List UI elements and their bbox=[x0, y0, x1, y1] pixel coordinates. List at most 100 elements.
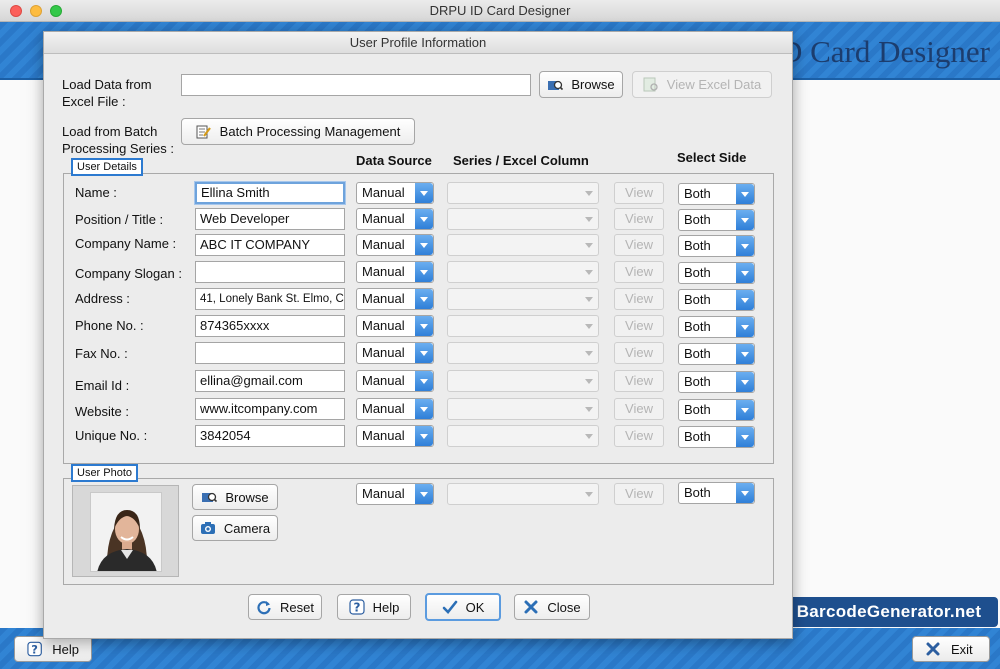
photo-data-source-value: Manual bbox=[362, 486, 405, 501]
series-column-select[interactable] bbox=[447, 342, 599, 364]
view-button[interactable]: View bbox=[614, 288, 664, 310]
minimize-window-button[interactable] bbox=[30, 5, 42, 17]
chevron-down-icon bbox=[415, 484, 433, 504]
photo-series-column-select[interactable] bbox=[447, 483, 599, 505]
batch-processing-button[interactable]: Batch Processing Management bbox=[181, 118, 415, 145]
view-button[interactable]: View bbox=[614, 342, 664, 364]
field-value-input[interactable] bbox=[195, 342, 345, 364]
excel-view-icon bbox=[643, 77, 658, 91]
series-column-select[interactable] bbox=[447, 315, 599, 337]
load-excel-label: Load Data from Excel File : bbox=[62, 77, 152, 109]
view-button[interactable]: View bbox=[614, 261, 664, 283]
data-source-select[interactable]: Manual bbox=[356, 234, 434, 256]
data-source-select[interactable]: Manual bbox=[356, 288, 434, 310]
camera-button[interactable]: Camera bbox=[192, 515, 278, 541]
series-column-select[interactable] bbox=[447, 234, 599, 256]
dialog-help-button[interactable]: ? Help bbox=[337, 594, 411, 620]
select-side-value: Both bbox=[684, 186, 711, 201]
select-side-select[interactable]: Both bbox=[678, 209, 755, 231]
field-label: Website : bbox=[75, 404, 129, 419]
field-value-input[interactable]: 41, Lonely Bank St. Elmo, Col bbox=[195, 288, 345, 310]
chevron-down-icon bbox=[415, 343, 433, 363]
chevron-down-icon bbox=[580, 399, 598, 419]
select-side-select[interactable]: Both bbox=[678, 343, 755, 365]
view-button[interactable]: View bbox=[614, 398, 664, 420]
series-column-select[interactable] bbox=[447, 261, 599, 283]
chevron-down-icon bbox=[580, 209, 598, 229]
photo-data-source-select[interactable]: Manual bbox=[356, 483, 434, 505]
data-source-select[interactable]: Manual bbox=[356, 370, 434, 392]
chevron-down-icon bbox=[736, 372, 754, 392]
data-source-select[interactable]: Manual bbox=[356, 425, 434, 447]
view-button[interactable]: View bbox=[614, 425, 664, 447]
photo-side-select[interactable]: Both bbox=[678, 482, 755, 504]
chevron-down-icon bbox=[580, 235, 598, 255]
batch-edit-icon bbox=[196, 125, 211, 138]
series-column-select[interactable] bbox=[447, 398, 599, 420]
field-value-input[interactable]: 3842054 bbox=[195, 425, 345, 447]
data-source-select[interactable]: Manual bbox=[356, 261, 434, 283]
photo-view-button[interactable]: View bbox=[614, 483, 664, 505]
field-value-input[interactable]: www.itcompany.com bbox=[195, 398, 345, 420]
chevron-down-icon bbox=[736, 483, 754, 503]
view-button[interactable]: View bbox=[614, 182, 664, 204]
series-column-select[interactable] bbox=[447, 425, 599, 447]
chevron-down-icon bbox=[736, 290, 754, 310]
view-button[interactable]: View bbox=[614, 315, 664, 337]
field-label: Fax No. : bbox=[75, 346, 128, 361]
select-side-select[interactable]: Both bbox=[678, 426, 755, 448]
data-source-select[interactable]: Manual bbox=[356, 208, 434, 230]
select-side-select[interactable]: Both bbox=[678, 289, 755, 311]
excel-browse-button[interactable]: Browse bbox=[539, 71, 623, 98]
ok-button[interactable]: OK bbox=[425, 593, 501, 621]
select-side-select[interactable]: Both bbox=[678, 371, 755, 393]
main-help-label: Help bbox=[52, 641, 79, 657]
close-window-button[interactable] bbox=[10, 5, 22, 17]
exit-button[interactable]: Exit bbox=[912, 636, 990, 662]
select-side-value: Both bbox=[684, 374, 711, 389]
chevron-down-icon bbox=[736, 317, 754, 337]
series-column-select[interactable] bbox=[447, 182, 599, 204]
field-value-input[interactable]: 874365xxxx bbox=[195, 315, 345, 337]
data-source-value: Manual bbox=[362, 318, 405, 333]
main-help-button[interactable]: ? Help bbox=[14, 636, 92, 662]
series-column-select[interactable] bbox=[447, 208, 599, 230]
data-source-value: Manual bbox=[362, 185, 405, 200]
data-source-select[interactable]: Manual bbox=[356, 342, 434, 364]
field-value-input[interactable]: ABC IT COMPANY bbox=[195, 234, 345, 256]
select-side-select[interactable]: Both bbox=[678, 262, 755, 284]
user-details-label: User Details bbox=[71, 158, 143, 176]
select-side-select[interactable]: Both bbox=[678, 235, 755, 257]
chevron-down-icon bbox=[415, 399, 433, 419]
reset-button[interactable]: Reset bbox=[248, 594, 322, 620]
chevron-down-icon bbox=[736, 427, 754, 447]
data-source-value: Manual bbox=[362, 291, 405, 306]
select-side-select[interactable]: Both bbox=[678, 399, 755, 421]
field-value-input[interactable]: ellina@gmail.com bbox=[195, 370, 345, 392]
view-button[interactable]: View bbox=[614, 370, 664, 392]
close-button[interactable]: Close bbox=[514, 594, 590, 620]
user-profile-dialog: User Profile Information Load Data from … bbox=[43, 31, 793, 639]
chevron-down-icon bbox=[580, 316, 598, 336]
view-button[interactable]: View bbox=[614, 208, 664, 230]
dialog-help-label: Help bbox=[372, 599, 400, 615]
view-button[interactable]: View bbox=[614, 234, 664, 256]
data-source-select[interactable]: Manual bbox=[356, 398, 434, 420]
select-side-select[interactable]: Both bbox=[678, 183, 755, 205]
select-side-select[interactable]: Both bbox=[678, 316, 755, 338]
zoom-window-button[interactable] bbox=[50, 5, 62, 17]
data-source-value: Manual bbox=[362, 428, 405, 443]
field-value-input[interactable] bbox=[195, 261, 345, 283]
chevron-down-icon bbox=[415, 235, 433, 255]
excel-path-input[interactable] bbox=[181, 74, 531, 96]
series-column-select[interactable] bbox=[447, 370, 599, 392]
photo-browse-button[interactable]: Browse bbox=[192, 484, 278, 510]
data-source-select[interactable]: Manual bbox=[356, 182, 434, 204]
checkmark-icon bbox=[442, 600, 457, 614]
view-excel-data-button[interactable]: View Excel Data bbox=[632, 71, 772, 98]
field-value-input[interactable]: Ellina Smith bbox=[195, 182, 345, 204]
series-column-select[interactable] bbox=[447, 288, 599, 310]
field-value-input[interactable]: Web Developer bbox=[195, 208, 345, 230]
user-photo-label: User Photo bbox=[71, 464, 139, 482]
data-source-select[interactable]: Manual bbox=[356, 315, 434, 337]
